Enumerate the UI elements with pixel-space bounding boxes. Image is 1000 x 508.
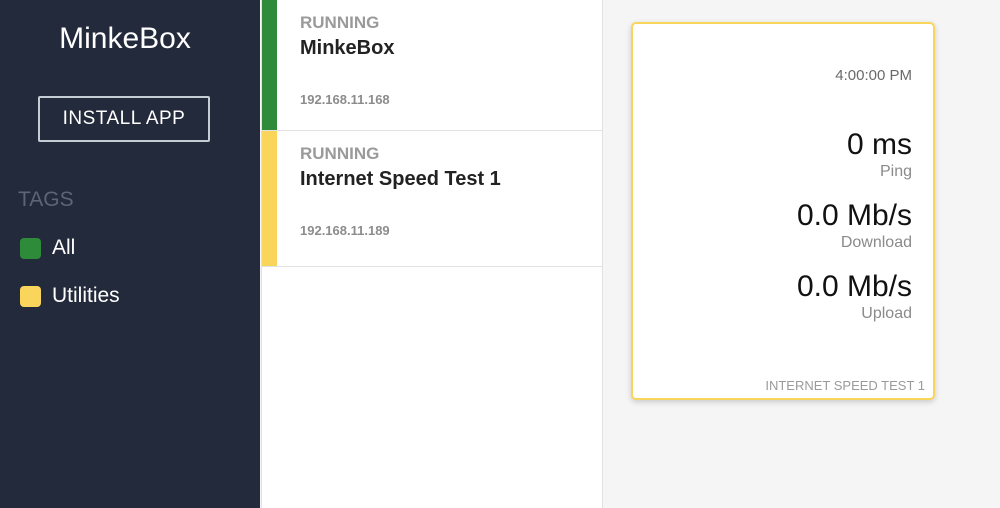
app-root: MinkeBox INSTALL APP TAGS All Utilities … <box>0 0 1000 508</box>
app-list: RUNNING MinkeBox 192.168.11.168 RUNNING … <box>261 0 603 508</box>
tag-color-swatch <box>20 285 41 307</box>
app-name: Internet Speed Test 1 <box>300 168 501 190</box>
download-value: 0.0 Mb/s <box>796 199 912 232</box>
tag-utilities[interactable]: Utilities <box>20 284 120 308</box>
app-ip: 192.168.11.189 <box>300 223 390 238</box>
download-label: Download <box>840 234 912 251</box>
install-app-button[interactable]: INSTALL APP <box>38 96 210 142</box>
tag-label: All <box>52 236 76 259</box>
ping-value: 0 ms <box>846 128 912 161</box>
tags-heading: TAGS <box>18 188 74 211</box>
upload-metric: 0.0 Mb/s Upload <box>797 270 912 324</box>
widget-name: INTERNET SPEED TEST 1 <box>765 378 925 393</box>
app-status: RUNNING <box>300 144 380 163</box>
ping-label: Ping <box>879 163 912 180</box>
app-status-bar <box>262 131 277 266</box>
app-title: MinkeBox <box>59 22 191 55</box>
sidebar: MinkeBox INSTALL APP TAGS All Utilities <box>0 0 260 508</box>
download-metric: 0.0 Mb/s Download <box>797 199 912 253</box>
tag-all[interactable]: All <box>20 236 75 260</box>
app-ip: 192.168.11.168 <box>300 92 390 107</box>
widget-time: 4:00:00 PM <box>835 67 912 84</box>
app-name: MinkeBox <box>300 37 395 59</box>
app-list-item-speed-test[interactable]: RUNNING Internet Speed Test 1 192.168.11… <box>262 131 602 267</box>
tag-color-swatch <box>20 237 41 259</box>
app-status-bar <box>262 0 277 130</box>
ping-metric: 0 ms Ping <box>847 128 912 182</box>
app-list-item-minkebox[interactable]: RUNNING MinkeBox 192.168.11.168 <box>262 0 602 131</box>
upload-value: 0.0 Mb/s <box>796 270 912 303</box>
upload-label: Upload <box>861 305 912 322</box>
tag-label: Utilities <box>52 284 120 307</box>
speed-test-widget[interactable]: 4:00:00 PM 0 ms Ping 0.0 Mb/s Download 0… <box>631 22 935 400</box>
app-status: RUNNING <box>300 13 380 32</box>
